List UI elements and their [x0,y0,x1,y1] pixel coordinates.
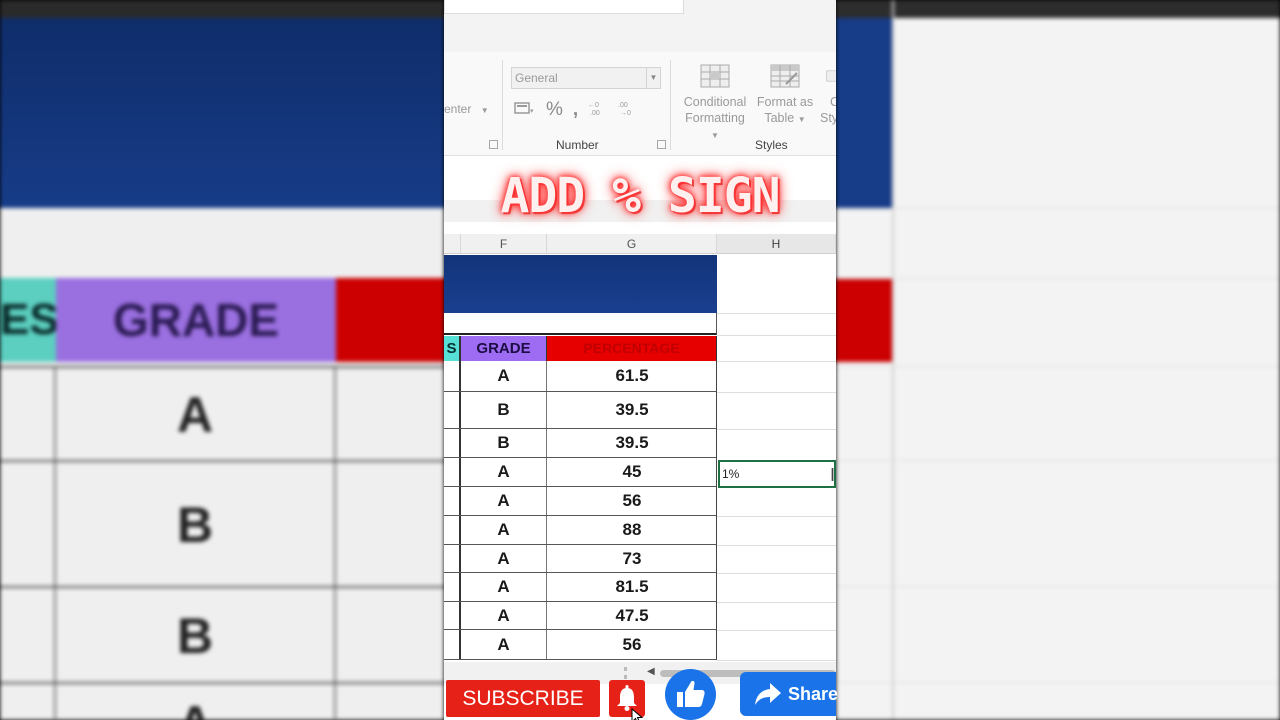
cursor-icon [631,708,644,720]
table-row: A 47.5 [444,602,717,630]
share-button[interactable]: Share [740,672,838,716]
grade-cell[interactable]: A [461,602,547,629]
video-frame: ES GRADE A B B A [0,0,1280,720]
table-row: B 39.5 [444,392,717,429]
header-cell-partial[interactable]: S [444,336,461,361]
increase-decimal-icon[interactable]: ←0.00 [588,99,608,122]
subscribe-button[interactable]: SUBSCRIBE [446,680,600,717]
notification-bell-button[interactable] [609,680,645,720]
grade-cell[interactable]: A [461,458,547,486]
table-row: A 56 [444,487,717,516]
percentage-cell[interactable]: 39.5 [547,392,717,428]
percentage-cell[interactable]: 39.5 [547,429,717,457]
column-header-h[interactable]: H [717,234,836,254]
chevron-down-icon: ▼ [646,68,660,88]
percentage-cell[interactable]: 56 [547,630,717,659]
i-beam-cursor-icon: I [830,465,836,485]
grade-cell[interactable]: A [461,361,547,391]
video-title-overlay: ADD % SIGN [500,168,781,224]
number-format-dropdown[interactable]: General ▼ [511,67,661,89]
background-header-partial: ES [0,278,56,362]
title-bar [444,0,836,52]
table-row: A 73 [444,545,717,573]
percentage-cell[interactable]: 56 [547,487,717,515]
chevron-down-icon: ▼ [480,106,489,115]
number-format-buttons: ▾ % , ←0.00 .00 →0 [514,98,638,122]
thumbs-up-icon [677,680,705,707]
merge-center-button[interactable]: enter ▼ [444,102,489,116]
percentage-cell[interactable]: 81.5 [547,573,717,601]
column-header-g[interactable]: G [547,234,717,254]
cell-styles-icon [826,70,836,82]
column-header-e[interactable] [444,234,461,254]
percentage-cell[interactable]: 88 [547,516,717,544]
grade-cell[interactable]: A [461,630,547,659]
background-row: A [0,366,444,460]
table-row: A 88 [444,516,717,545]
table-title-banner [444,255,717,313]
alignment-dialog-launcher[interactable] [489,140,498,149]
share-arrow-icon [755,683,781,705]
background-row: B [0,586,444,682]
grade-cell[interactable]: A [461,487,547,515]
percentage-cell[interactable]: 73 [547,545,717,572]
like-button[interactable] [665,669,716,720]
accounting-format-icon[interactable]: ▾ [514,99,536,122]
background-left: ES GRADE A B B A [0,0,444,720]
search-box[interactable] [444,0,684,14]
percentage-cell[interactable]: 61.5 [547,361,717,391]
excel-window: enter ▼ General ▼ ▾ % , ←0.00 .00 →0 Num… [444,0,836,720]
format-as-table-button[interactable]: Format as Table ▼ [750,64,820,128]
background-right [836,0,1280,720]
ribbon: enter ▼ General ▼ ▾ % , ←0.00 .00 →0 Num… [444,52,836,156]
sheet-tab-splitter[interactable] [624,667,627,679]
scroll-left-icon[interactable]: ◀ [647,666,655,677]
conditional-formatting-icon [700,64,730,88]
grade-cell[interactable]: A [461,573,547,601]
grade-cell[interactable]: A [461,516,547,544]
svg-text:→0: →0 [620,110,631,117]
table-row: A 56 [444,630,717,660]
grade-cell[interactable]: B [461,392,547,428]
background-header-grade: GRADE [56,278,336,362]
conditional-formatting-button[interactable]: Conditional Formatting ▼ [680,64,750,144]
chevron-down-icon: ▼ [711,131,719,140]
table-row: B 39.5 [444,429,717,458]
grade-cell[interactable]: A [461,545,547,572]
table-row: A 45 [444,458,717,487]
number-dialog-launcher[interactable] [657,140,666,149]
percent-icon[interactable]: % [546,99,563,121]
number-group-label: Number [556,138,599,152]
svg-text:▾: ▾ [530,108,534,115]
table-row: A 61.5 [444,361,717,392]
svg-text:.00: .00 [590,110,600,117]
svg-text:.00: .00 [618,102,628,109]
header-cell-grade[interactable]: GRADE [461,336,547,361]
comma-style-icon[interactable]: , [573,99,578,121]
svg-text:←0: ←0 [588,102,599,109]
format-as-table-icon [770,64,800,88]
styles-group-label: Styles [755,138,788,152]
table-spacer-row [444,313,717,335]
decrease-decimal-icon[interactable]: .00 →0 [618,99,638,122]
cell-styles-button[interactable]: C Sty [818,64,836,126]
active-cell-h[interactable]: 1% [718,460,836,488]
header-cell-percentage[interactable]: PERCENTAGE [547,336,717,361]
chevron-down-icon: ▼ [797,115,806,124]
background-row: B [0,460,444,586]
column-header-f[interactable]: F [461,234,547,254]
table-row: A 81.5 [444,573,717,602]
percentage-cell[interactable]: 45 [547,458,717,486]
percentage-cell[interactable]: 47.5 [547,602,717,629]
background-row: A [0,682,444,720]
grade-cell[interactable]: B [461,429,547,457]
